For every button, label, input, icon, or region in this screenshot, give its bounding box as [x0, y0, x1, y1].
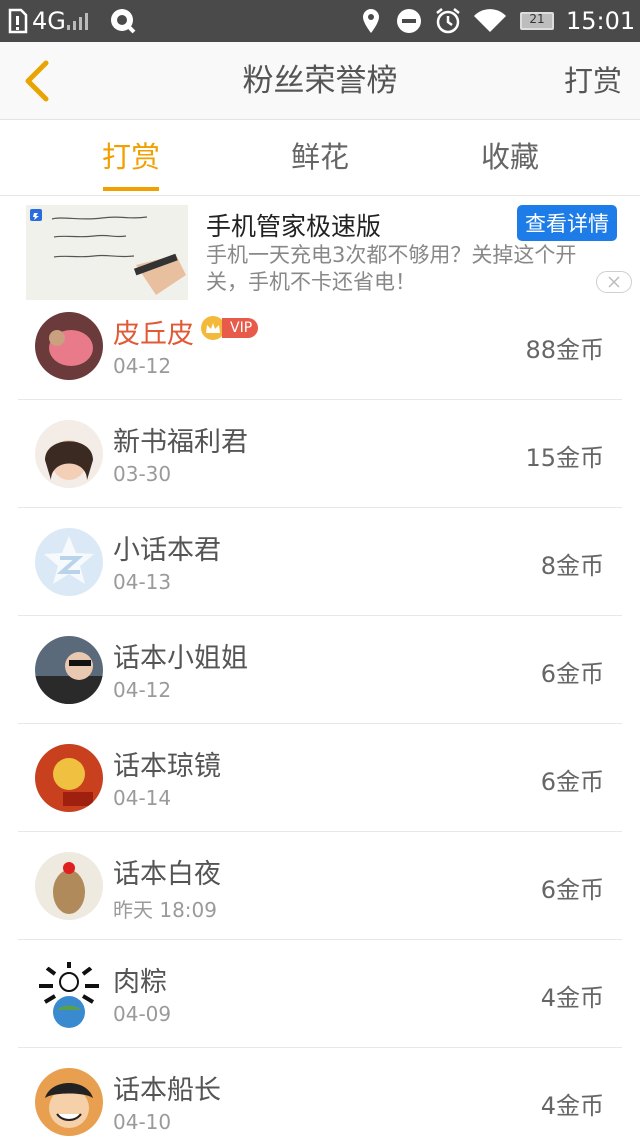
fan-date: 04-14	[113, 786, 172, 810]
reward-button[interactable]: 打赏	[564, 42, 622, 120]
fan-date: 04-09	[113, 1002, 172, 1026]
location-icon	[360, 0, 382, 42]
avatar	[35, 960, 103, 1028]
coin-amount: 15金币	[525, 444, 604, 472]
fan-date: 04-12	[113, 678, 172, 702]
fan-name: 话本小姐姐	[113, 643, 248, 674]
do-not-disturb-icon	[396, 0, 422, 42]
clock: 15:01	[566, 7, 636, 35]
wifi-icon	[472, 0, 508, 42]
fan-name: 皮丘皮	[113, 319, 194, 350]
coin-amount: 6金币	[540, 768, 604, 796]
fan-name: 小话本君	[113, 535, 221, 566]
back-chevron-icon	[25, 60, 49, 102]
sim-icon	[8, 0, 28, 42]
fan-name: 话本白夜	[113, 859, 221, 890]
list-item[interactable]: 话本小姐姐 04-12 6金币	[18, 616, 622, 724]
coin-amount: 4金币	[540, 984, 604, 1012]
coin-amount: 6金币	[540, 660, 604, 688]
list-item[interactable]: 小话本君 04-13 8金币	[18, 508, 622, 616]
header-bar: 粉丝荣誉榜 打赏	[0, 42, 640, 120]
fan-name: 新书福利君	[113, 427, 248, 458]
ad-banner[interactable]: 手机管家极速版 查看详情 手机一天充电3次都不够用？关掉这个开关，手机不卡还省电…	[0, 197, 640, 302]
signal-icon	[66, 0, 88, 42]
battery-icon: 21	[520, 0, 554, 42]
avatar	[35, 1068, 103, 1136]
tab-favorites[interactable]: 收藏	[440, 121, 580, 196]
coin-amount: 4金币	[540, 1092, 604, 1120]
coin-amount: 8金币	[540, 552, 604, 580]
fan-date: 03-30	[113, 462, 172, 486]
back-button[interactable]	[12, 52, 62, 110]
vip-badge: VIP	[201, 316, 259, 340]
network-type: 4G	[32, 7, 66, 35]
fan-name: 话本琼镜	[113, 751, 221, 782]
coin-amount: 6金币	[540, 876, 604, 904]
vip-label: VIP	[222, 318, 259, 338]
avatar	[35, 420, 103, 488]
battery-level: 21	[529, 12, 545, 26]
alarm-icon	[434, 0, 462, 42]
list-item[interactable]: 话本船长 04-10 4金币	[18, 1048, 622, 1138]
page-title: 粉丝荣誉榜	[242, 63, 398, 99]
fan-date: 04-12	[113, 354, 172, 378]
tab-flowers[interactable]: 鲜花	[250, 121, 390, 196]
fan-name: 话本船长	[113, 1075, 221, 1106]
avatar	[35, 636, 103, 704]
list-item[interactable]: 皮丘皮 VIP 04-12 88金币	[18, 292, 622, 400]
fan-date: 04-10	[113, 1110, 172, 1134]
ad-title: 手机管家极速版	[206, 212, 382, 241]
list-item[interactable]: 话本琼镜 04-14 6金币	[18, 724, 622, 832]
coin-amount: 88金币	[525, 336, 604, 364]
status-bar: 4G 21 15:01	[0, 0, 640, 42]
avatar	[35, 528, 103, 596]
tab-reward[interactable]: 打赏	[61, 121, 201, 196]
fan-name: 肉粽	[113, 967, 167, 998]
active-tab-indicator	[103, 187, 159, 191]
ad-image	[26, 205, 188, 300]
fan-date: 昨天 18:09	[113, 898, 217, 922]
ad-description: 手机一天充电3次都不够用？关掉这个开关，手机不卡还省电！	[206, 243, 577, 294]
avatar	[35, 312, 103, 380]
qq-browser-icon	[108, 0, 138, 42]
list-item[interactable]: 话本白夜 昨天 18:09 6金币	[18, 832, 622, 940]
tab-bar: 打赏 鲜花 收藏	[0, 121, 640, 196]
fan-date: 04-13	[113, 570, 172, 594]
list-item[interactable]: 肉粽 04-09 4金币	[18, 940, 622, 1048]
avatar	[35, 744, 103, 812]
avatar	[35, 852, 103, 920]
list-item[interactable]: 新书福利君 03-30 15金币	[18, 400, 622, 508]
close-icon	[608, 276, 620, 288]
ad-detail-button[interactable]: 查看详情	[517, 205, 617, 241]
ad-close-button[interactable]	[596, 271, 632, 293]
